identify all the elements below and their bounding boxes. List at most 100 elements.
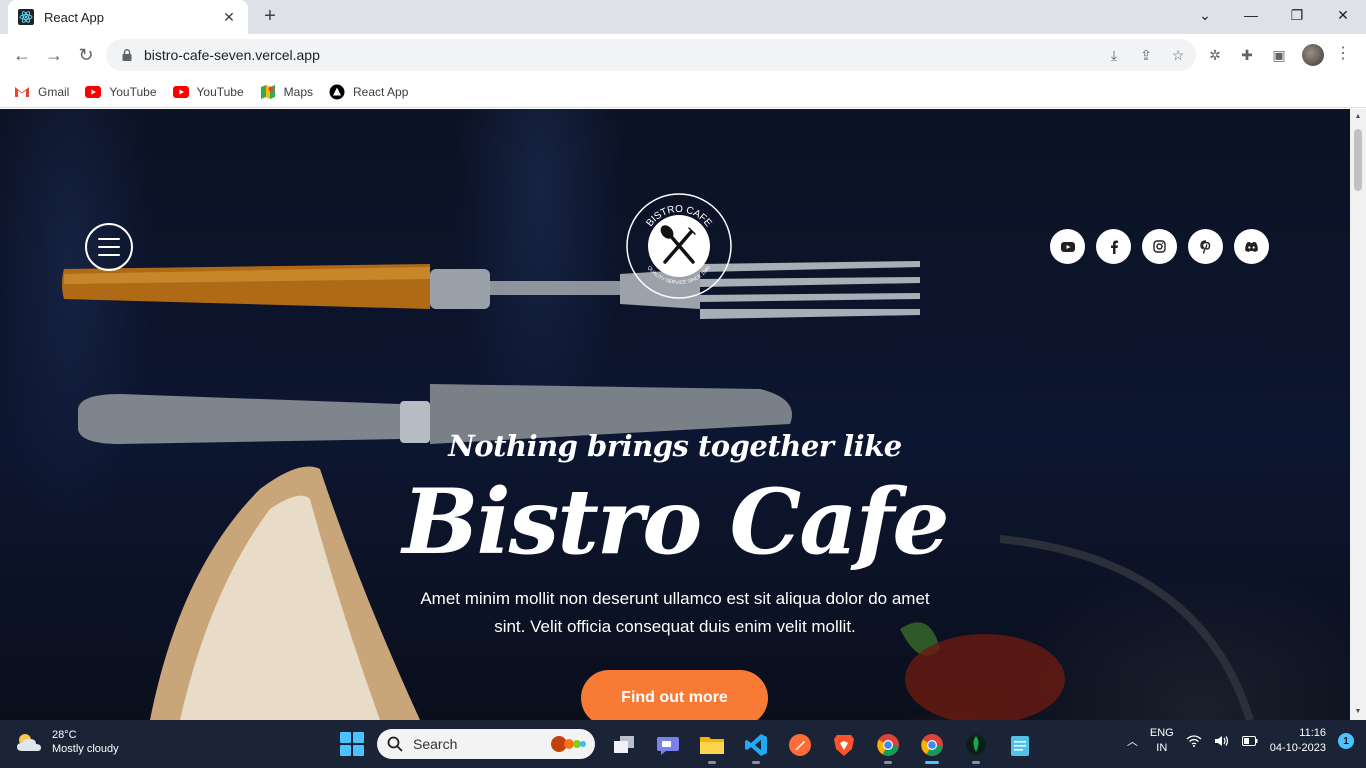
page-viewport: BISTRO CAFE QUALITY SERVICE SINCE 1990 N…: [0, 109, 1350, 720]
chrome-profile-app[interactable]: [916, 729, 948, 764]
vscode-app[interactable]: [740, 729, 772, 764]
find-out-more-button[interactable]: Find out more: [581, 670, 768, 720]
youtube-icon: [172, 85, 189, 98]
scroll-thumb[interactable]: [1354, 129, 1362, 191]
close-window-button[interactable]: ✕: [1320, 0, 1366, 30]
task-view-icon: [614, 736, 634, 753]
pinterest-icon: [1199, 239, 1210, 254]
instagram-link[interactable]: [1142, 229, 1177, 264]
tab-close-icon[interactable]: ✕: [220, 9, 238, 26]
youtube-icon: [1060, 241, 1075, 252]
system-tray: ︿ ENG IN 11:16 04-10-2023 1: [1127, 726, 1354, 756]
brave-app[interactable]: [828, 729, 860, 761]
menu-line: [98, 238, 120, 240]
gmail-icon: [15, 86, 29, 97]
start-tile: [340, 745, 351, 756]
file-explorer-app[interactable]: [696, 729, 728, 764]
clock-time: 11:16: [1299, 727, 1326, 739]
vscode-icon: [745, 734, 767, 756]
scroll-up-icon[interactable]: ▲: [1354, 113, 1362, 121]
running-indicator: [708, 761, 716, 764]
profile-avatar[interactable]: [1302, 44, 1324, 66]
address-bar[interactable]: bistro-cafe-seven.vercel.app ⤓ ⇪ ☆: [106, 39, 1196, 71]
bug-extension-icon[interactable]: ✲: [1206, 43, 1224, 67]
bookmark-maps[interactable]: Maps: [260, 84, 313, 100]
bookmark-label: Maps: [283, 84, 313, 99]
window-controls: ⌄ — ❐ ✕: [1182, 0, 1366, 30]
postman-icon: [789, 734, 811, 756]
taskbar-search[interactable]: Search: [377, 729, 595, 759]
running-indicator: [752, 761, 760, 764]
lock-icon: [122, 49, 132, 61]
weather-condition: Mostly cloudy: [52, 743, 119, 755]
bookmark-star-icon[interactable]: ☆: [1168, 45, 1188, 65]
wifi-icon[interactable]: [1186, 735, 1202, 747]
bistro-cafe-logo[interactable]: BISTRO CAFE QUALITY SERVICE SINCE 1990: [625, 192, 733, 300]
bookmark-label: YouTube: [196, 84, 244, 99]
youtube-icon: [85, 85, 102, 98]
bookmark-youtube[interactable]: YouTube: [172, 84, 244, 99]
chrome-icon: [877, 734, 899, 756]
chat-icon: [657, 737, 679, 755]
weather-widget[interactable]: 28°C Mostly cloudy: [14, 728, 119, 756]
bookmark-label: React App: [353, 84, 409, 99]
teams-chat-app[interactable]: [652, 729, 684, 761]
discord-link[interactable]: [1234, 229, 1269, 264]
show-hidden-icons-icon[interactable]: ︿: [1127, 733, 1138, 749]
bookmark-react-app[interactable]: React App: [329, 84, 408, 100]
browser-tab[interactable]: React App ✕: [8, 0, 248, 34]
search-highlight-icon: [551, 736, 586, 752]
start-button[interactable]: [340, 732, 364, 756]
hero-title: Bistro Cafe: [402, 469, 949, 575]
page-scrollbar[interactable]: ▲ ▼: [1350, 109, 1366, 720]
notepad-icon: [1011, 736, 1029, 756]
extensions-icon[interactable]: ✚: [1238, 43, 1256, 67]
notepad-app[interactable]: [1004, 729, 1036, 761]
bookmark-youtube[interactable]: YouTube: [85, 84, 157, 99]
postman-app[interactable]: [784, 729, 816, 761]
bookmark-label: YouTube: [109, 84, 157, 99]
region-code: IN: [1156, 742, 1168, 754]
search-icon: [387, 736, 403, 752]
youtube-link[interactable]: [1050, 229, 1085, 264]
chrome-icon: [921, 734, 943, 756]
restore-button[interactable]: ❐: [1274, 0, 1320, 30]
scroll-down-icon[interactable]: ▼: [1354, 708, 1362, 716]
battery-icon[interactable]: [1241, 736, 1258, 746]
running-indicator: [972, 761, 980, 764]
install-app-icon[interactable]: ⤓: [1104, 45, 1124, 65]
folder-icon: [700, 737, 724, 754]
running-indicator: [925, 761, 939, 764]
reload-button[interactable]: ↻: [74, 43, 98, 67]
start-tile: [340, 732, 351, 743]
tab-title: React App: [44, 9, 104, 25]
share-icon[interactable]: ⇪: [1136, 45, 1156, 65]
minimize-button[interactable]: —: [1228, 0, 1274, 30]
side-panel-icon[interactable]: ▣: [1270, 43, 1288, 67]
volume-icon[interactable]: [1214, 735, 1230, 747]
language-indicator[interactable]: ENG IN: [1150, 726, 1174, 756]
task-view-app[interactable]: [608, 729, 640, 761]
clock[interactable]: 11:16 04-10-2023: [1270, 726, 1326, 756]
hamburger-menu-button[interactable]: [85, 223, 133, 271]
facebook-link[interactable]: [1096, 229, 1131, 264]
bookmark-gmail[interactable]: Gmail: [14, 85, 69, 99]
back-button[interactable]: ←: [10, 43, 34, 67]
discord-icon: [1245, 241, 1258, 252]
mongodb-app[interactable]: [960, 729, 992, 764]
url-text: bistro-cafe-seven.vercel.app: [144, 47, 320, 63]
chrome-app[interactable]: [872, 729, 904, 764]
running-indicator: [884, 761, 892, 764]
new-tab-button[interactable]: +: [258, 5, 282, 29]
forward-button[interactable]: →: [42, 43, 66, 67]
tab-search-icon[interactable]: ⌄: [1182, 0, 1228, 30]
notification-badge[interactable]: 1: [1338, 733, 1354, 749]
bookmark-label: Gmail: [38, 84, 70, 99]
browser-menu-icon[interactable]: ⋮: [1334, 43, 1352, 67]
menu-line: [98, 246, 120, 248]
pinterest-link[interactable]: [1188, 229, 1223, 264]
language-code: ENG: [1149, 727, 1174, 739]
menu-line: [98, 254, 120, 256]
react-icon: [329, 84, 345, 99]
temperature: 28°C: [52, 729, 77, 741]
